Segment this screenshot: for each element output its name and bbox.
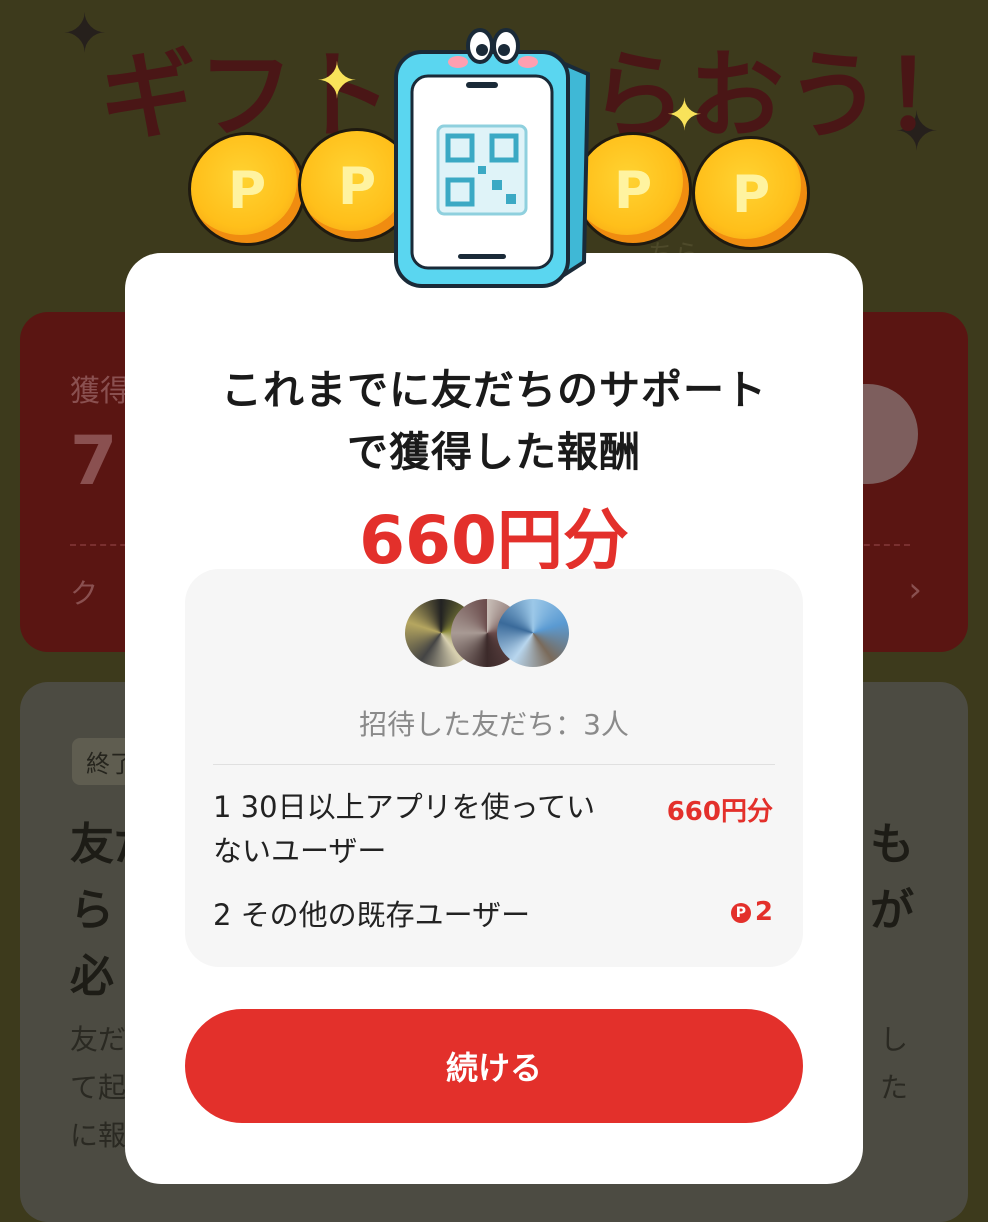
campaign-body-fragment: し	[880, 1023, 909, 1056]
campaign-title-fragment: 必	[70, 951, 114, 1002]
avatar	[497, 599, 569, 667]
sparkle-icon: ✦	[316, 52, 358, 110]
reward-detail-box: 招待した友だち：3人 1 30日以上アプリを使ってい ないユーザー 660円分 …	[185, 569, 803, 967]
invited-friends-count: 招待した友だち：3人	[359, 708, 629, 741]
campaign-body-fragment: に報	[70, 1119, 127, 1152]
reward-row-label: 1 30日以上アプリを使ってい ないユーザー	[213, 790, 596, 868]
qr-phone-mascot-icon	[394, 28, 591, 288]
campaign-body-fragment: た	[880, 1071, 909, 1104]
reward-modal: これまでに友だちのサポート で獲得した報酬 660円分 招待した友だち：3人 1…	[125, 253, 863, 1184]
modal-title: これまでに友だちのサポート で獲得した報酬	[221, 366, 767, 476]
point-icon: P	[730, 902, 751, 923]
sparkle-icon: ✦	[666, 90, 703, 141]
divider	[213, 764, 775, 765]
point-coin-icon: P	[692, 136, 810, 250]
earned-label: 獲得	[70, 374, 130, 409]
chevron-right-icon: ›	[908, 570, 922, 610]
earned-number: 7	[70, 422, 118, 501]
campaign-title-fragment: ら	[70, 885, 114, 936]
reward-row-label: 2 その他の既存ユーザー	[213, 898, 531, 932]
reward-row-value: P2	[730, 897, 773, 927]
reward-row-value: 660円分	[666, 797, 773, 827]
campaign-title-fragment: が	[870, 885, 914, 936]
point-coin-icon: P	[188, 132, 306, 246]
invited-friends-avatars	[405, 599, 569, 669]
campaign-title-fragment: も	[870, 819, 914, 870]
continue-button[interactable]: 続ける	[185, 1009, 803, 1123]
campaign-body-fragment: 友だ	[70, 1023, 127, 1056]
coupon-link-text: ク	[70, 577, 99, 610]
campaign-body-fragment: て起	[70, 1071, 127, 1104]
